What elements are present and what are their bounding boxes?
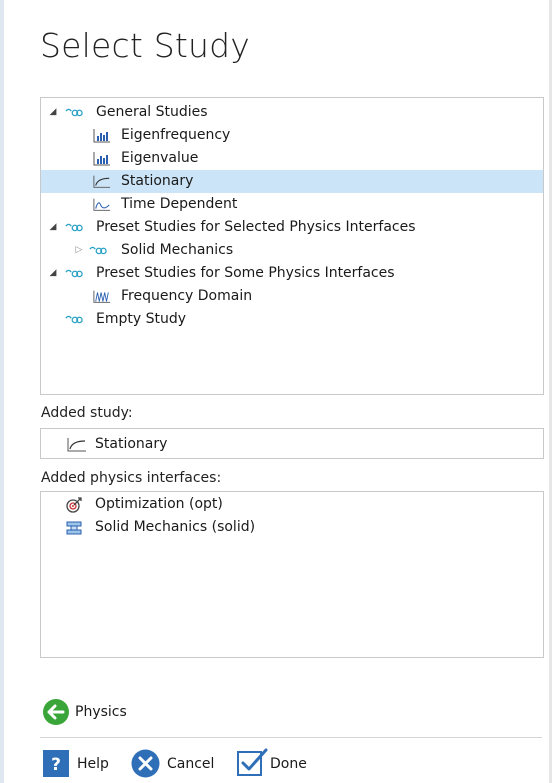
added-study-heading: Added study: — [41, 405, 133, 421]
physics-back-button[interactable]: Physics — [42, 698, 142, 726]
tree-item-stationary[interactable]: Stationary — [41, 170, 543, 193]
bar-chart-icon — [93, 152, 110, 166]
tree-item-label: Preset Studies for Some Physics Interfac… — [96, 265, 395, 281]
tree-item-time-dependent[interactable]: Time Dependent — [41, 193, 543, 216]
tree-item-solid-mechanics[interactable]: ▷ Solid Mechanics — [41, 239, 543, 262]
time-dependent-icon — [93, 198, 111, 211]
study-group-icon — [65, 269, 83, 278]
list-item[interactable]: Solid Mechanics (solid) — [65, 516, 465, 539]
stationary-curve-icon — [67, 438, 86, 452]
tree-item-label: Solid Mechanics — [121, 242, 234, 258]
study-tree[interactable]: ◢ General Studies Eigenfrequency Eigenva… — [40, 97, 544, 395]
added-study-label: Stationary — [95, 436, 168, 452]
footer-divider — [40, 737, 542, 738]
cancel-label: Cancel — [167, 756, 215, 772]
tree-item-empty-study[interactable]: Empty Study — [41, 308, 543, 331]
select-study-dialog: Select Study ◢ General Studies Eigenfreq… — [0, 0, 552, 783]
done-button[interactable]: Done — [236, 747, 321, 779]
tree-item-preset-some[interactable]: ◢ Preset Studies for Some Physics Interf… — [41, 262, 543, 285]
cancel-button[interactable]: Cancel — [131, 749, 226, 779]
tree-item-eigenfrequency[interactable]: Eigenfrequency — [41, 124, 543, 147]
stationary-curve-icon — [93, 175, 111, 188]
tree-item-label: Time Dependent — [121, 196, 238, 212]
study-group-icon — [65, 223, 83, 232]
tree-item-label: Preset Studies for Selected Physics Inte… — [96, 219, 416, 235]
expand-arrow-icon[interactable]: ◢ — [47, 216, 59, 239]
page-title: Select Study — [40, 26, 250, 65]
added-physics-list[interactable]: Optimization (opt) Solid Mechanics (soli… — [40, 491, 544, 658]
list-item[interactable]: Optimization (opt) — [65, 493, 465, 516]
tree-item-general-studies[interactable]: ◢ General Studies — [41, 101, 543, 124]
study-group-icon — [65, 315, 83, 324]
tree-item-label: Eigenvalue — [121, 150, 199, 166]
optimization-target-icon — [66, 497, 82, 513]
study-group-icon — [65, 108, 83, 117]
tree-item-preset-selected[interactable]: ◢ Preset Studies for Selected Physics In… — [41, 216, 543, 239]
tree-item-label: General Studies — [96, 104, 208, 120]
tree-item-frequency-domain[interactable]: Frequency Domain — [41, 285, 543, 308]
tree-item-label: Empty Study — [96, 311, 187, 327]
tree-item-eigenvalue[interactable]: Eigenvalue — [41, 147, 543, 170]
back-arrow-icon — [43, 699, 69, 725]
done-label: Done — [270, 756, 307, 772]
expand-arrow-icon[interactable]: ◢ — [47, 262, 59, 285]
solid-mechanics-icon — [66, 521, 82, 535]
added-study-list[interactable]: Stationary — [40, 428, 544, 459]
help-button[interactable]: ? Help — [43, 750, 118, 778]
help-icon: ? — [43, 750, 69, 777]
tree-item-label: Frequency Domain — [121, 288, 253, 304]
list-item[interactable]: Stationary — [67, 433, 367, 456]
frequency-domain-icon — [93, 290, 111, 303]
study-group-icon — [89, 246, 107, 255]
bar-chart-icon — [93, 129, 110, 143]
cancel-icon — [131, 749, 160, 778]
done-checkbox-icon — [237, 748, 268, 776]
collapse-arrow-icon[interactable]: ▷ — [73, 239, 85, 262]
physics-interface-label: Solid Mechanics (solid) — [95, 519, 256, 535]
physics-interface-label: Optimization (opt) — [95, 496, 223, 512]
help-label: Help — [77, 756, 109, 772]
tree-item-label: Stationary — [121, 173, 194, 189]
tree-item-label: Eigenfrequency — [121, 127, 231, 143]
physics-back-label: Physics — [75, 704, 127, 720]
svg-text:?: ? — [51, 755, 61, 775]
added-physics-heading: Added physics interfaces: — [41, 470, 222, 486]
expand-arrow-icon[interactable]: ◢ — [47, 101, 59, 124]
